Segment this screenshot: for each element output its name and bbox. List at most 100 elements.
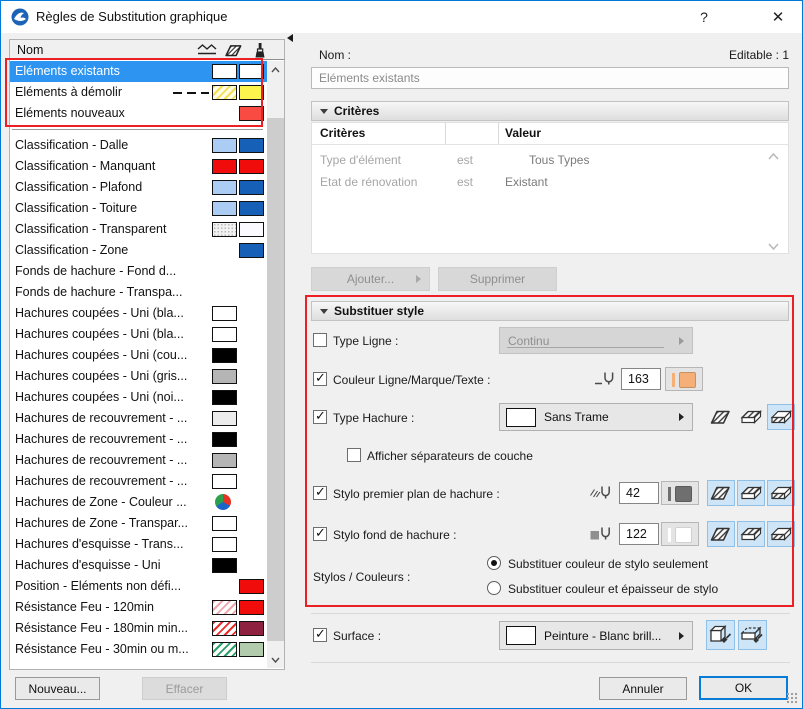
cover-fill-toggle[interactable] <box>737 480 765 506</box>
cut-fill-toggle[interactable] <box>707 404 735 430</box>
criteria-scroll-down-icon[interactable] <box>768 237 782 251</box>
rule-list-item[interactable]: Hachures d'esquisse - Trans... <box>10 534 267 555</box>
fill-fg-pen-checkbox[interactable] <box>313 484 327 500</box>
remove-criteria-button[interactable]: Supprimer <box>438 267 557 291</box>
surface-dropdown[interactable]: Peinture - Blanc brill... <box>499 621 693 650</box>
fill-swatch <box>212 222 237 237</box>
value-column-header: Valeur <box>505 126 542 140</box>
rules-list: Eléments existants Eléments à démolir Elém… <box>10 61 267 668</box>
rule-list-item[interactable]: Fonds de hachure - Fond d... <box>10 261 267 282</box>
fill-swatch <box>212 453 237 468</box>
fill-swatch <box>212 85 237 100</box>
scroll-down-arrow[interactable] <box>267 651 284 668</box>
cut-fill-toggle[interactable] <box>707 521 735 547</box>
rule-list-item[interactable]: Hachures de recouvrement - ... <box>10 408 267 429</box>
rule-list-item[interactable]: Eléments existants <box>10 61 267 82</box>
add-criteria-button[interactable]: Ajouter... <box>311 267 430 291</box>
fill-bg-pen-checkbox[interactable] <box>313 525 327 541</box>
rule-list-item[interactable]: Hachures de recouvrement - ... <box>10 450 267 471</box>
line-type-checkbox[interactable] <box>313 333 327 347</box>
cover-fill-toggle[interactable] <box>737 521 765 547</box>
rule-list-item[interactable]: Hachures de Zone - Transpar... <box>10 513 267 534</box>
rule-list-item[interactable]: Eléments à démolir <box>10 82 267 103</box>
cut-fill-toggle[interactable] <box>707 480 735 506</box>
fill-fg-pen-number-field[interactable] <box>619 482 659 504</box>
rule-list-item[interactable]: Classification - Manquant <box>10 156 267 177</box>
pen-color-weight-radio[interactable] <box>487 581 501 595</box>
drafting-fill-toggle[interactable] <box>767 404 795 430</box>
fill-type-checkbox[interactable] <box>313 408 327 424</box>
rule-list-item[interactable]: Classification - Plafond <box>10 177 267 198</box>
fill-bg-pen-number-field[interactable] <box>619 523 659 545</box>
pen-color-only-radio[interactable] <box>487 556 501 570</box>
rule-list-item[interactable]: Résistance Feu - 180min min... <box>10 618 267 639</box>
line-pen-color-button[interactable] <box>665 367 703 391</box>
rule-list-item[interactable]: Hachures de recouvrement - ... <box>10 429 267 450</box>
rule-list-item[interactable]: Classification - Transparent <box>10 219 267 240</box>
close-button[interactable]: ✕ <box>762 1 794 32</box>
rule-item-label: Classification - Manquant <box>15 159 156 173</box>
fill-swatch <box>212 642 237 657</box>
surface-painted-toggle[interactable] <box>706 620 735 650</box>
criteria-row[interactable]: Etat de rénovation est Existant <box>312 171 788 193</box>
criteria-row[interactable]: Type d'élément est Tous Types <box>312 149 788 171</box>
help-button[interactable]: ? <box>688 1 720 32</box>
rule-list-item[interactable]: Hachures d'esquisse - Uni <box>10 555 267 576</box>
drafting-fill-toggle[interactable] <box>767 480 795 506</box>
criterion-name: Type d'élément <box>320 153 402 167</box>
surface-label: Surface : <box>333 629 382 643</box>
column-divider <box>445 123 446 144</box>
cancel-button[interactable]: Annuler <box>599 677 687 700</box>
fill-swatch <box>212 558 237 573</box>
override-section-header[interactable]: Substituer style <box>311 301 789 321</box>
fill-swatch <box>212 306 237 321</box>
rule-list-item[interactable]: Hachures coupées - Uni (bla... <box>10 303 267 324</box>
rule-name-input[interactable] <box>311 67 789 89</box>
rule-list-item[interactable]: Hachures coupées - Uni (gris... <box>10 366 267 387</box>
rule-list-item[interactable]: Eléments nouveaux <box>10 103 267 124</box>
surface-all-faces-toggle[interactable] <box>738 620 767 650</box>
surface-swatch <box>239 201 264 216</box>
scrollbar-thumb[interactable] <box>267 118 284 641</box>
new-rule-button[interactable]: Nouveau... <box>15 677 100 700</box>
surface-swatch <box>239 180 264 195</box>
fill-bg-pen-color-button[interactable] <box>661 522 699 546</box>
fill-fg-pen-color-button[interactable] <box>661 481 699 505</box>
editable-count-label: Editable : 1 <box>728 48 789 62</box>
criteria-scroll-up-icon[interactable] <box>768 147 782 160</box>
rule-item-label: Eléments nouveaux <box>15 106 125 120</box>
line-type-dropdown[interactable]: Continu <box>499 327 693 354</box>
scroll-up-arrow[interactable] <box>267 61 284 78</box>
rule-list-item[interactable]: Hachures coupées - Uni (bla... <box>10 324 267 345</box>
dashed-line-preview <box>173 92 209 94</box>
surface-preview-swatch <box>506 626 536 645</box>
rule-list-item[interactable]: Hachures coupées - Uni (noi... <box>10 387 267 408</box>
cover-fill-toggle[interactable] <box>737 404 765 430</box>
layer-separators-label: Afficher séparateurs de couche <box>367 449 533 463</box>
rule-list-item[interactable]: Classification - Zone <box>10 240 267 261</box>
rule-list-item[interactable]: Position - Eléments non défi... <box>10 576 267 597</box>
line-pen-number-field[interactable] <box>621 368 661 390</box>
rule-list-item[interactable]: Classification - Toiture <box>10 198 267 219</box>
line-color-checkbox[interactable] <box>313 370 327 386</box>
fill-type-dropdown[interactable]: Sans Trame <box>499 403 693 431</box>
resize-grip[interactable] <box>786 692 798 704</box>
rule-list-item[interactable]: Hachures de recouvrement - ... <box>10 471 267 492</box>
rule-list-item[interactable]: Hachures de Zone - Couleur ... <box>10 492 267 513</box>
rule-list-item[interactable]: Résistance Feu - 30min ou m... <box>10 639 267 660</box>
flyout-arrow-icon <box>416 275 421 283</box>
rule-list-item[interactable]: Fonds de hachure - Transpa... <box>10 282 267 303</box>
rule-item-label: Fonds de hachure - Transpa... <box>15 285 183 299</box>
surface-checkbox[interactable] <box>313 626 327 642</box>
drafting-fill-toggle[interactable] <box>767 521 795 547</box>
panel-collapse-arrow-icon[interactable] <box>287 34 293 42</box>
criteria-section-header[interactable]: Critères <box>311 101 789 121</box>
ok-button[interactable]: OK <box>699 676 788 700</box>
rule-list-item[interactable]: Hachures coupées - Uni (cou... <box>10 345 267 366</box>
surface-swatch <box>239 159 264 174</box>
delete-rule-button[interactable]: Effacer <box>142 677 227 700</box>
rule-list-item[interactable]: Classification - Dalle <box>10 135 267 156</box>
rule-list-item[interactable]: Résistance Feu - 120min <box>10 597 267 618</box>
layer-separators-checkbox[interactable] <box>347 448 361 462</box>
rules-list-scrollbar[interactable] <box>267 61 284 668</box>
